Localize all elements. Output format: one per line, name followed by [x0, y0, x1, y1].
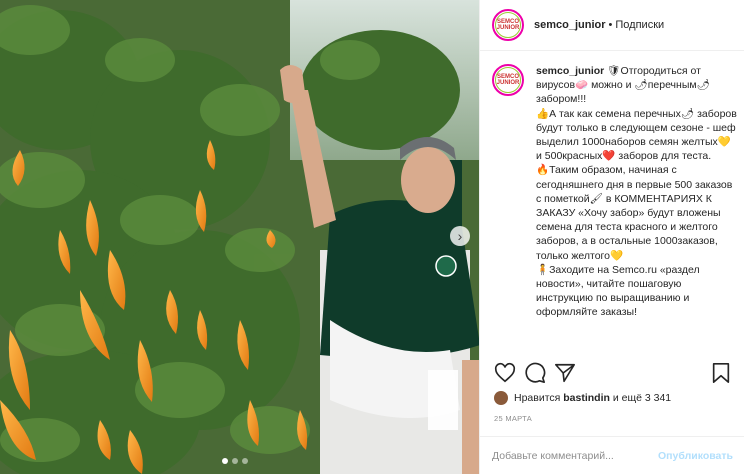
avatar-logo: SEMCO JUNIOR [495, 12, 521, 38]
likes-count[interactable]: и ещё 3 341 [610, 392, 671, 404]
carousel-dots [222, 458, 248, 464]
comment-input[interactable] [492, 449, 652, 462]
caption-avatar[interactable]: SEMCO JUNIOR [492, 64, 524, 96]
comment-icon[interactable] [524, 362, 546, 384]
header-text: semco_junior • Подписки [534, 19, 664, 31]
author-username-link[interactable]: semco_junior [534, 19, 606, 31]
caption-text: semco_junior 🛡Отгородиться от вирусов🧼 м… [536, 64, 737, 352]
following-button[interactable]: Подписки [615, 19, 664, 31]
carousel-dot [232, 458, 238, 464]
publish-button[interactable]: Опубликовать [658, 450, 733, 462]
post-header: SEMCO JUNIOR semco_junior • Подписки [480, 0, 744, 51]
share-icon[interactable] [554, 362, 576, 384]
post-actions [494, 362, 732, 384]
post-side-panel: SEMCO JUNIOR semco_junior • Подписки SEM… [479, 0, 744, 474]
carousel-dot [242, 458, 248, 464]
post-photo[interactable]: › [0, 0, 479, 474]
post-caption: SEMCO JUNIOR semco_junior 🛡Отгородиться … [492, 64, 737, 352]
post-date[interactable]: 25 МАРТА [494, 414, 532, 423]
liker-avatar[interactable] [494, 391, 508, 405]
likes-row: Нравится bastindin и ещё 3 341 [494, 391, 671, 405]
bookmark-icon[interactable] [710, 362, 732, 384]
carousel-dot [222, 458, 228, 464]
greenhouse-photo-illustration [0, 0, 479, 474]
liker-username[interactable]: bastindin [563, 392, 610, 404]
caption-username-link[interactable]: semco_junior [536, 65, 604, 77]
instagram-post: › SEMCO JUNIOR semco_junior • Подписки S… [0, 0, 744, 474]
heart-icon[interactable] [494, 362, 516, 384]
likes-text[interactable]: Нравится bastindin и ещё 3 341 [514, 392, 671, 404]
comment-bar: Опубликовать [480, 436, 744, 474]
header-separator: • [608, 19, 613, 31]
avatar-logo: SEMCO JUNIOR [495, 67, 521, 93]
carousel-next-button[interactable]: › [450, 226, 470, 246]
likes-prefix: Нравится [514, 392, 564, 404]
chevron-right-icon: › [457, 228, 463, 244]
author-avatar[interactable]: SEMCO JUNIOR [492, 9, 524, 41]
caption-body: 🛡Отгородиться от вирусов🧼 можно и 🌶переч… [536, 65, 737, 319]
